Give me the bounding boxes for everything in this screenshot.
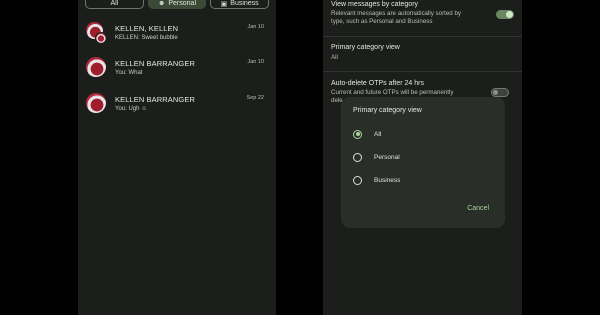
option-label: All (374, 130, 382, 138)
category-filter-chips: All ☻ Personal ▣ Business (85, 0, 270, 9)
setting-title: Primary category view (331, 44, 400, 51)
chip-label: Business (230, 0, 259, 7)
radio-button[interactable] (353, 175, 362, 185)
group-avatar (86, 22, 108, 44)
option-personal[interactable]: Personal (353, 151, 400, 163)
chip-business[interactable]: ▣ Business (210, 0, 270, 9)
option-all[interactable]: All (353, 128, 381, 140)
briefcase-icon: ▣ (220, 0, 228, 8)
conversation-item[interactable]: KELLEN BARRANGER Sep 22 You: Ugh ☺ (78, 93, 276, 123)
divider (323, 36, 522, 37)
category-toggle[interactable] (496, 10, 514, 19)
chip-personal[interactable]: ☻ Personal (147, 0, 207, 9)
setting-subtitle: type, such as Personal and Business (331, 18, 433, 25)
auto-delete-toggle[interactable] (491, 88, 509, 97)
conversation-list-screen: All ☻ Personal ▣ Business KELLEN, KELLEN… (78, 0, 276, 315)
conversation-name: KELLEN BARRANGER (115, 59, 195, 68)
radio-button[interactable] (353, 129, 362, 139)
conversation-name: KELLEN BARRANGER (115, 95, 195, 104)
conversation-snippet: You: Ugh ☺ (115, 106, 148, 112)
setting-value: All (331, 54, 338, 61)
dialog-title: Primary category view (353, 107, 422, 114)
conversation-item[interactable]: KELLEN BARRANGER Jan 10 You: What (78, 57, 276, 87)
cancel-button[interactable]: Cancel (467, 205, 489, 212)
setting-title: View messages by category (331, 1, 419, 8)
option-business[interactable]: Business (353, 174, 400, 186)
divider (323, 71, 522, 72)
conversation-date: Jan 10 (247, 24, 264, 30)
primary-category-dialog: Primary category view All Personal Busin… (341, 97, 505, 228)
chip-label: Personal (168, 0, 197, 7)
conversation-name: KELLEN, KELLEN (115, 24, 179, 33)
contact-avatar (86, 93, 108, 115)
conversation-date: Jan 10 (247, 59, 264, 65)
conversation-snippet: You: What (115, 70, 143, 76)
option-label: Business (374, 176, 401, 184)
contact-avatar (86, 57, 108, 79)
conversation-snippet: KELLEN: Sweet bubble (115, 35, 178, 41)
option-label: Personal (374, 153, 400, 161)
person-icon: ☻ (158, 0, 166, 7)
conversation-item[interactable]: KELLEN, KELLEN Jan 10 KELLEN: Sweet bubb… (78, 22, 276, 52)
chip-label: All (110, 0, 119, 7)
setting-title: Auto-delete OTPs after 24 hrs (331, 80, 424, 87)
chip-all[interactable]: All (85, 0, 144, 9)
conversation-date: Sep 22 (246, 95, 264, 101)
radio-button[interactable] (353, 152, 362, 162)
